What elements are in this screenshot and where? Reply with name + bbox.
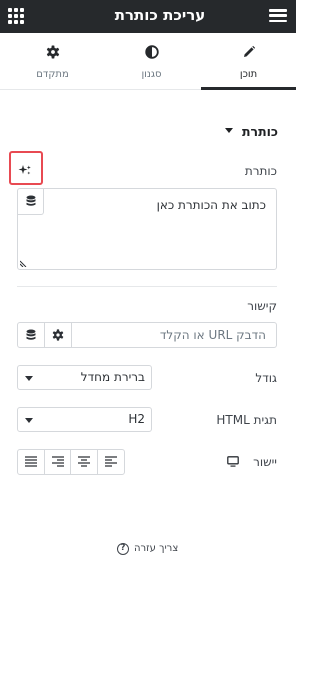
align-right-icon [51, 456, 64, 467]
apps-grid-icon[interactable] [8, 8, 24, 24]
link-input[interactable]: הדבק URL או הקלד [17, 322, 277, 348]
align-left-button[interactable] [98, 450, 125, 474]
database-icon [26, 329, 36, 340]
section-divider [17, 286, 277, 287]
tab-style[interactable]: סגנון [104, 33, 199, 90]
html-tag-field-label: תגית HTML [216, 413, 277, 427]
gear-icon [52, 329, 64, 341]
help-link[interactable]: ? צריך עזרה [0, 542, 296, 558]
question-circle-icon: ? [117, 543, 129, 555]
alignment-field-label: יישור [253, 455, 277, 469]
tab-style-label: סגנון [141, 69, 162, 80]
editor-tabs: תוכן סגנון מתקדם [0, 33, 296, 90]
resize-handle-icon[interactable] [20, 259, 28, 267]
tab-content[interactable]: תוכן [201, 33, 296, 90]
pencil-icon [243, 45, 255, 57]
section-title: כותרת [242, 124, 278, 139]
desktop-icon[interactable] [227, 456, 239, 467]
chevron-down-icon [25, 376, 33, 381]
caret-down-icon [225, 128, 233, 133]
gear-icon [46, 45, 59, 59]
ai-sparkle-icon[interactable] [18, 164, 32, 176]
link-options-button[interactable] [45, 323, 72, 347]
link-dynamic-button[interactable] [18, 323, 45, 347]
tab-advanced-label: מתקדם [36, 69, 69, 80]
link-field-label: קישור [247, 299, 277, 313]
chevron-down-icon [25, 418, 33, 423]
size-select[interactable]: ברירת מחדל [17, 365, 152, 390]
panel-header: עריכת כותרת [0, 0, 296, 33]
tab-content-label: תוכן [239, 69, 258, 80]
alignment-control [17, 449, 125, 475]
size-field-label: גודל [255, 371, 277, 385]
title-textarea[interactable]: כתוב את הכותרת כאן [17, 188, 277, 270]
title-field-label: כותרת [244, 164, 277, 178]
tab-advanced[interactable]: מתקדם [5, 33, 100, 90]
size-select-value: ברירת מחדל [80, 370, 145, 384]
title-textarea-value: כתוב את הכותרת כאן [156, 198, 266, 212]
html-tag-select[interactable]: H2 [17, 407, 152, 432]
html-tag-select-value: H2 [128, 412, 145, 426]
link-input-placeholder: הדבק URL או הקלד [159, 328, 266, 342]
dynamic-tags-button[interactable] [18, 189, 44, 215]
align-justify-button[interactable] [18, 450, 45, 474]
half-circle-icon [144, 45, 159, 59]
align-center-icon [78, 456, 90, 467]
panel-title: עריכת כותרת [114, 6, 206, 24]
align-justify-icon [25, 456, 37, 467]
help-label: צריך עזרה [134, 543, 179, 554]
database-icon [26, 195, 36, 206]
align-right-button[interactable] [45, 450, 71, 474]
align-left-icon [104, 456, 117, 467]
align-center-button[interactable] [71, 450, 98, 474]
